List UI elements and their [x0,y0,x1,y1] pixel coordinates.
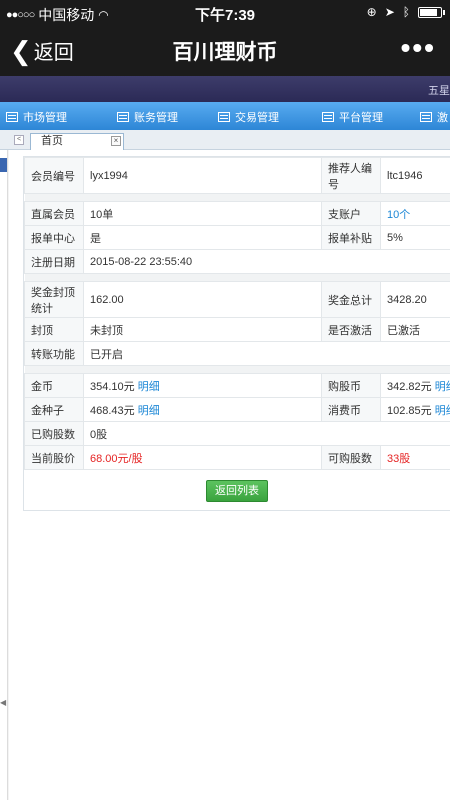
branch-accounts-link[interactable]: 10个 [380,201,450,226]
sidebar-indicator [0,158,7,172]
transfer-label: 转账功能 [24,341,84,366]
table-row: 注册日期 2015-08-22 23:55:40 [24,249,450,274]
member-detail-table: 会员编号 lyx1994 推荐人编号 ltc1946 直属会员 10单 支账户 … [24,157,450,470]
menu-item-activate[interactable]: 激 [420,109,448,125]
referrer-id-value: ltc1946 [380,157,450,194]
order-subsidy-value: 5% [380,225,450,250]
back-to-list-button[interactable]: 返回列表 [206,480,268,502]
main-menu: 市场管理 账务管理 交易管理 平台管理 激 [0,102,450,130]
register-date-value: 2015-08-22 23:55:40 [83,249,450,274]
activated-label: 是否激活 [321,317,381,342]
menu-label: 平台管理 [339,112,383,124]
gold-coin-label: 金币 [24,373,84,398]
menu-item-trade[interactable]: 交易管理 [218,109,279,125]
bought-shares-value: 0股 [83,421,450,446]
referrer-id-label: 推荐人编号 [321,157,381,194]
section-divider [24,193,450,202]
bonus-total-label: 奖金总计 [321,281,381,318]
close-icon[interactable]: × [111,136,121,146]
share-coin-label: 购股币 [321,373,381,398]
table-row: 金币 354.10元 明细 购股币 342.82元 明细 [24,373,450,398]
consume-coin-value: 102.85元 [387,404,432,417]
order-subsidy-label: 报单补贴 [321,225,381,250]
status-bar: ●●○○○ 中国移动 ◠ 下午7:39 ⊕ ➤ ᛒ [0,0,450,26]
list-icon [6,112,18,122]
main-content: 会员编号 lyx1994 推荐人编号 ltc1946 直属会员 10单 支账户 … [9,150,450,800]
gold-coin-cell: 354.10元 明细 [83,373,322,398]
menu-item-accounts[interactable]: 账务管理 [117,109,178,125]
direct-members-label: 直属会员 [24,201,84,226]
list-icon [420,112,432,122]
table-row: 转账功能 已开启 [24,341,450,366]
table-row: 已购股数 0股 [24,421,450,446]
direct-members-value: 10单 [83,201,322,226]
section-divider [24,273,450,282]
tab-strip: < 首页 × [0,130,450,150]
share-price-label: 当前股价 [24,445,84,470]
share-price-value: 68.00元/股 [83,445,322,470]
tab-scroll-left-button[interactable]: < [14,135,24,145]
page-title: 百川理财币 [172,41,278,64]
table-row: 直属会员 10单 支账户 10个 [24,201,450,226]
gold-coin-value: 354.10元 [90,380,135,393]
member-id-label: 会员编号 [24,157,84,194]
table-row: 当前股价 68.00元/股 可购股数 33股 [24,445,450,470]
available-shares-label: 可购股数 [321,445,381,470]
list-icon [218,112,230,122]
sidebar-collapsed: ◀ [0,150,8,800]
order-center-value: 是 [83,225,322,250]
member-id-value: lyx1994 [83,157,322,194]
tab-home[interactable]: 首页 × [30,133,124,150]
table-row: 报单中心 是 报单补贴 5% [24,225,450,250]
menu-label: 交易管理 [235,112,279,124]
consume-coin-label: 消费币 [321,397,381,422]
menu-label: 激 [437,112,448,124]
gold-seed-detail-link[interactable]: 明细 [138,405,160,417]
location-icon: ➤ [384,5,395,19]
gold-seed-cell: 468.43元 明细 [83,397,322,422]
menu-label: 账务管理 [134,112,178,124]
tab-label: 首页 [41,135,63,147]
battery-icon [418,6,445,18]
share-coin-value: 342.82元 [387,380,432,393]
bought-shares-label: 已购股数 [24,421,84,446]
table-row: 封顶 未封顶 是否激活 已激活 [24,317,450,342]
branch-accounts-label: 支账户 [321,201,381,226]
bonus-total-value: 3428.20 [380,281,450,318]
menu-label: 市场管理 [23,112,67,124]
list-icon [117,112,129,122]
table-row: 金种子 468.43元 明细 消费币 102.85元 明细 [24,397,450,422]
share-coin-detail-link[interactable]: 明细 [435,381,450,393]
available-shares-value: 33股 [380,445,450,470]
section-divider [24,365,450,374]
capped-value: 未封顶 [83,317,322,342]
table-row: 奖金封顶统计 162.00 奖金总计 3428.20 [24,281,450,318]
consume-coin-detail-link[interactable]: 明细 [435,405,450,417]
order-center-label: 报单中心 [24,225,84,250]
menu-item-market[interactable]: 市场管理 [6,109,67,125]
more-button[interactable]: ••• [401,32,436,64]
register-date-label: 注册日期 [24,249,84,274]
activated-value: 已激活 [380,317,450,342]
table-row: 会员编号 lyx1994 推荐人编号 ltc1946 [24,157,450,194]
list-icon [322,112,334,122]
gold-coin-detail-link[interactable]: 明细 [138,381,160,393]
gold-seed-value: 468.43元 [90,404,135,417]
banner-corner-text: 五星 [428,85,450,97]
rotation-lock-icon: ⊕ [366,5,377,19]
gold-seed-label: 金种子 [24,397,84,422]
share-coin-cell: 342.82元 明细 [380,373,450,398]
member-detail-panel: 会员编号 lyx1994 推荐人编号 ltc1946 直属会员 10单 支账户 … [23,156,450,511]
header-banner: 五星 [0,76,450,102]
expand-sidebar-icon[interactable]: ◀ [0,698,6,707]
bonus-cap-value: 162.00 [83,281,322,318]
nav-bar: ❮ 返回 百川理财币 ••• [0,26,450,76]
transfer-value: 已开启 [83,341,450,366]
consume-coin-cell: 102.85元 明细 [380,397,450,422]
capped-label: 封顶 [24,317,84,342]
menu-item-platform[interactable]: 平台管理 [322,109,383,125]
bluetooth-icon: ᛒ [402,5,410,19]
bonus-cap-label: 奖金封顶统计 [24,281,84,318]
